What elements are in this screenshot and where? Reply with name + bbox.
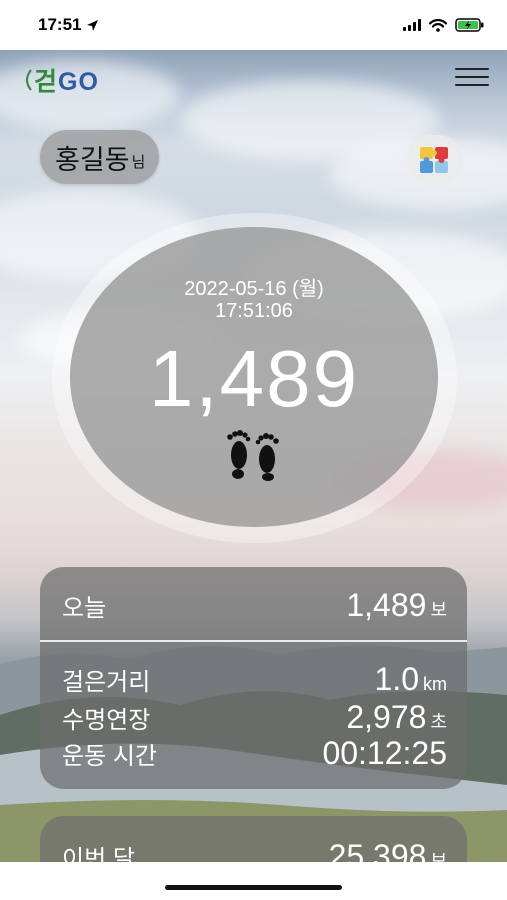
logo-arc-icon: [26, 69, 32, 91]
cellular-signal-icon: [403, 19, 421, 31]
current-time: 17:51:06: [215, 300, 293, 322]
puzzle-icon: [420, 147, 448, 173]
exercise-time-label: 운동 시간: [62, 743, 157, 770]
exercise-time-value: 00:12:25: [322, 735, 447, 771]
status-bar: 17:51: [0, 0, 507, 50]
today-label: 오늘: [62, 595, 107, 622]
today-date: 2022-05-16 (월): [184, 278, 324, 300]
battery-charging-icon: [455, 18, 484, 32]
status-icons: [403, 18, 485, 32]
status-time: 17:51: [38, 15, 99, 35]
wifi-icon: [429, 18, 447, 32]
home-indicator[interactable]: [165, 885, 342, 890]
today-row: 오늘 1,489 보: [62, 587, 447, 624]
hamburger-menu-button[interactable]: [455, 66, 491, 90]
today-value: 1,489: [346, 587, 427, 623]
logo-text: 걷GO: [34, 68, 99, 96]
exercise-time-row: 운동 시간 00:12:25: [62, 735, 447, 772]
distance-unit: km: [423, 674, 447, 694]
card-divider: [40, 640, 467, 642]
life-extension-label: 수명연장: [62, 707, 151, 734]
distance-value: 1.0: [374, 661, 419, 697]
user-name: 홍길동: [55, 144, 130, 175]
today-steps-count: 1,489: [148, 334, 360, 423]
user-honorific: 님: [131, 154, 146, 171]
distance-row: 걸은거리 1.0 km: [62, 661, 447, 698]
app-logo[interactable]: 걷GO: [22, 62, 99, 98]
distance-label: 걸은거리: [62, 669, 151, 696]
life-extension-unit: 초: [430, 712, 447, 732]
puzzle-button[interactable]: [407, 135, 463, 185]
life-extension-value: 2,978: [346, 699, 427, 735]
location-arrow-icon: [87, 19, 99, 31]
bottom-safe-area: [0, 862, 507, 900]
user-name-chip[interactable]: 홍길동 님: [40, 130, 160, 184]
life-extension-row: 수명연장 2,978 초: [62, 699, 447, 736]
footprints-icon: [227, 430, 279, 481]
clock-text: 17:51: [38, 15, 82, 34]
today-stats-card[interactable]: 오늘 1,489 보 걸은거리 1.0 km 수명연장 2,978 초 운동 시간 0…: [40, 567, 467, 789]
today-unit: 보: [430, 600, 447, 620]
